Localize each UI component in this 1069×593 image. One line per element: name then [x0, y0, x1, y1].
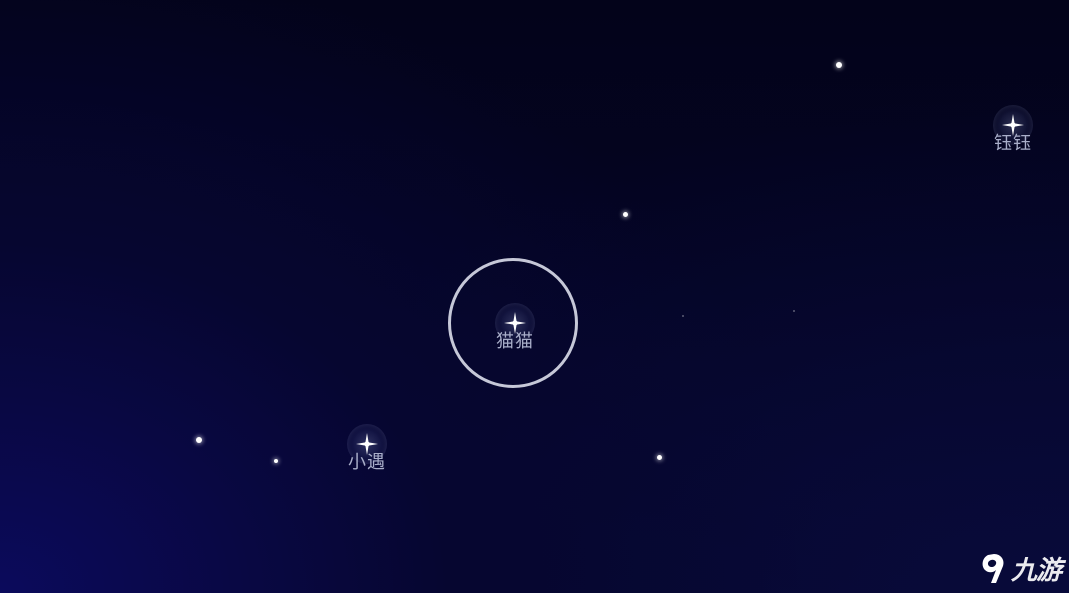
watermark: 九游 [979, 550, 1062, 587]
friend-name-label: 猫猫 [496, 331, 534, 352]
star-dot [836, 62, 842, 68]
friend-star-yuyu[interactable]: 钰钰 [993, 105, 1033, 154]
starfield-background: 猫猫 小遇 钰钰 九游 [0, 0, 1069, 593]
friend-name-label: 钰钰 [994, 133, 1032, 154]
friend-name-label: 小遇 [348, 452, 386, 473]
star-dot [623, 212, 628, 217]
star-dot [274, 459, 278, 463]
star-dot [793, 310, 795, 312]
star-dot [196, 437, 202, 443]
jiuyou-logo-icon [982, 553, 1004, 583]
friend-star-xiaoyu[interactable]: 小遇 [347, 424, 387, 473]
friend-star-maomao[interactable]: 猫猫 [495, 303, 535, 352]
watermark-text: 九游 [1010, 556, 1062, 586]
star-dot [682, 315, 684, 317]
star-dot [657, 455, 662, 460]
